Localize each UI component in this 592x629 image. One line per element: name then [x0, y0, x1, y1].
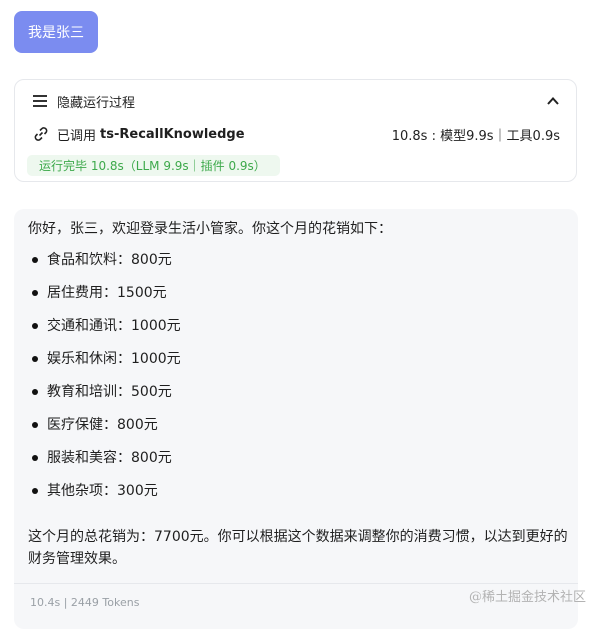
expense-list: 食品和饮料：800元 居住费用：1500元 交通和通讯：1000元 娱乐和休闲：…	[28, 249, 564, 513]
status-text: 运行完毕 10.8s（LLM 9.9s｜插件 0.9s）	[39, 159, 266, 173]
answer-stats: 10.4s | 2449 Tokens	[30, 596, 140, 609]
list-item: 其他杂项：300元	[28, 480, 564, 513]
status-badge: 运行完毕 10.8s（LLM 9.9s｜插件 0.9s）	[27, 155, 280, 176]
toggle-label: 隐藏运行过程	[57, 95, 136, 111]
list-item: 医疗保健：800元	[28, 414, 564, 447]
list-item: 交通和通讯：1000元	[28, 315, 564, 348]
link-icon	[34, 127, 48, 141]
list-item: 食品和饮料：800元	[28, 249, 564, 282]
run-process-toggle[interactable]: 隐藏运行过程	[33, 90, 560, 112]
list-item: 服装和美容：800元	[28, 447, 564, 480]
answer-divider	[14, 583, 578, 584]
tool-timing: 10.8s : 模型9.9s｜工具0.9s	[391, 128, 560, 144]
run-process-panel: 隐藏运行过程 已调用 ts-RecallKnowledge 10.8s : 模型…	[14, 79, 577, 182]
tool-call-row: 已调用 ts-RecallKnowledge 10.8s : 模型9.9s｜工具…	[33, 124, 560, 144]
user-message-text: 我是张三	[28, 25, 84, 41]
chevron-up-icon[interactable]	[546, 94, 560, 108]
tool-prefix: 已调用	[57, 128, 97, 144]
user-message-bubble: 我是张三	[14, 11, 98, 53]
list-item: 居住费用：1500元	[28, 282, 564, 315]
list-item: 教育和培训：500元	[28, 381, 564, 414]
tool-name: ts-RecallKnowledge	[100, 126, 245, 142]
answer-summary: 这个月的总花销为：7700元。你可以根据这个数据来调整你的消费习惯，以达到更好的…	[28, 529, 568, 567]
list-item: 娱乐和休闲：1000元	[28, 348, 564, 381]
list-icon	[33, 95, 47, 107]
assistant-answer: 你好，张三，欢迎登录生活小管家。你这个月的花销如下： 食品和饮料：800元 居住…	[14, 209, 578, 629]
watermark-text: @稀土掘金技术社区	[468, 590, 586, 605]
answer-intro: 你好，张三，欢迎登录生活小管家。你这个月的花销如下：	[28, 221, 392, 237]
